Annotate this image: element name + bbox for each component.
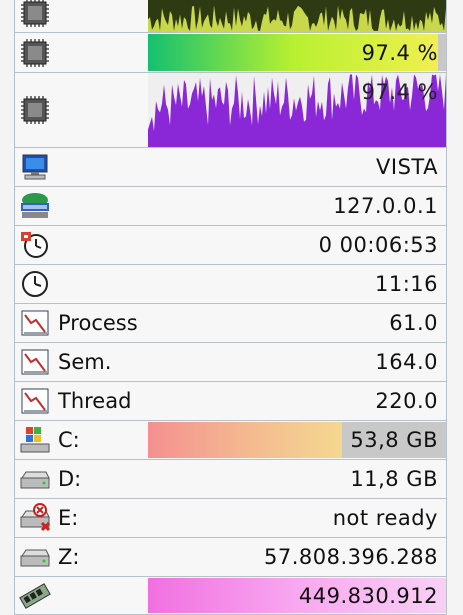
drive-e-value: not ready [332, 506, 438, 530]
chart-line-icon [18, 347, 52, 377]
cpu-usage-bar-remainder [438, 34, 446, 71]
drive-error-icon [18, 503, 52, 533]
semaphore-count-label: Sem. [58, 350, 112, 374]
network-icon [18, 191, 52, 221]
cpu-usage-value: 97.4 % [361, 40, 438, 65]
chart-line-icon [18, 308, 52, 338]
memory-module-icon [18, 581, 52, 611]
chart-line-icon [18, 386, 52, 416]
clock-icon [18, 269, 52, 299]
cpu-usage-row: 97.4 % [14, 32, 447, 72]
uptime-clock-icon [18, 230, 52, 260]
memory-value: 449.830.912 [298, 583, 438, 608]
semaphore-count-value: 164.0 [375, 350, 438, 374]
uptime-row: 0 00:06:53 [14, 225, 447, 264]
drive-c-row: C: 53,8 GB [14, 420, 447, 459]
drive-d-value: 11,8 GB [350, 467, 438, 491]
memory-row: 449.830.912 [14, 576, 447, 615]
drive-c-value: 53,8 GB [350, 428, 438, 452]
computer-name-row: VISTA [14, 147, 447, 186]
drive-e-row: E: not ready [14, 498, 447, 537]
cpu2-graph-row: 97.4 % [14, 72, 447, 147]
ip-address-value: 127.0.0.1 [333, 194, 438, 218]
clock-row: 11:16 [14, 264, 447, 303]
drive-z-row: Z: 57.808.396.288 [14, 537, 447, 576]
cpu1-graph-activity-area [148, 5, 446, 32]
cpu-chip-icon [18, 95, 52, 125]
drive-c-label: C: [58, 428, 80, 452]
hard-drive-icon [18, 464, 52, 494]
hard-drive-icon [18, 542, 52, 572]
process-count-row: Process 61.0 [14, 303, 447, 342]
cpu2-graph-value: 97.4 % [361, 80, 438, 105]
uptime-value: 0 00:06:53 [318, 233, 438, 257]
cpu1-graph-graph [148, 0, 446, 32]
thread-count-label: Thread [58, 389, 132, 413]
cpu1-graph-activity-plot [148, 5, 446, 32]
clock-value: 11:16 [374, 272, 438, 296]
drive-e-label: E: [58, 506, 79, 530]
cpu-chip-icon [18, 0, 52, 28]
process-count-value: 61.0 [389, 311, 438, 335]
computer-name-value: VISTA [376, 155, 438, 179]
thread-count-value: 220.0 [375, 389, 438, 413]
drive-c-bar-fill [148, 422, 342, 458]
ip-address-row: 127.0.0.1 [14, 186, 447, 225]
windows-drive-icon [18, 425, 52, 455]
process-count-label: Process [58, 311, 138, 335]
cpu-chip-icon [18, 38, 52, 68]
semaphore-count-row: Sem. 164.0 [14, 342, 447, 381]
computer-icon [18, 152, 52, 182]
drive-d-label: D: [58, 467, 82, 491]
cpu1-graph-row [14, 0, 447, 32]
drive-z-value: 57.808.396.288 [264, 545, 438, 569]
drive-z-label: Z: [58, 545, 80, 569]
drive-d-row: D: 11,8 GB [14, 459, 447, 498]
thread-count-row: Thread 220.0 [14, 381, 447, 420]
